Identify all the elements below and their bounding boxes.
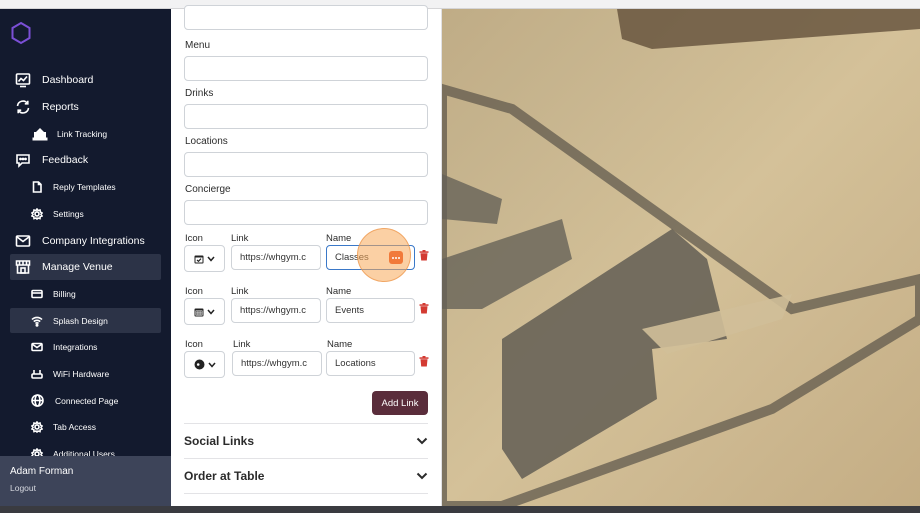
name-input-events[interactable]: Events	[326, 298, 415, 323]
gear-icon	[31, 420, 43, 433]
sidebar-item-label: Link Tracking	[57, 128, 108, 139]
sidebar-item-label: Reply Templates	[53, 181, 116, 192]
envelope-icon	[31, 341, 43, 353]
autofill-icon[interactable]	[389, 251, 403, 264]
name-label: Name	[326, 233, 352, 244]
sidebar-item-billing[interactable]: Billing	[10, 281, 161, 306]
wifi-icon	[31, 315, 43, 327]
chevron-down-icon	[416, 437, 428, 445]
link-label: Link	[231, 233, 249, 244]
chevron-down-icon	[207, 362, 216, 368]
sidebar-item-integrations[interactable]: Integrations	[10, 334, 161, 359]
sidebar-item-label: Manage Venue	[42, 261, 113, 273]
sidebar-item-label: Reports	[42, 101, 79, 113]
gear-icon	[31, 207, 43, 220]
sidebar-item-label: Billing	[53, 288, 76, 299]
store-icon	[15, 259, 31, 275]
chevron-down-icon	[207, 256, 215, 262]
top-field-input[interactable]	[184, 5, 428, 30]
location-dot-icon	[194, 359, 204, 370]
browser-bottom-strip	[0, 506, 920, 513]
link-label: Link	[233, 339, 251, 350]
section-title: Social Links	[184, 434, 255, 448]
user-panel: Adam Forman Logout	[0, 456, 171, 506]
icon-label: Icon	[185, 233, 203, 244]
section-title: Order at Table	[184, 469, 265, 483]
splash-preview-image	[442, 9, 920, 506]
menu-label: Menu	[185, 40, 211, 51]
sidebar-item-reports[interactable]: Reports	[10, 94, 161, 120]
sidebar-item-label: WiFi Hardware	[53, 368, 110, 379]
sidebar-item-label: Splash Design	[53, 315, 108, 326]
sidebar-item-dashboard[interactable]: Dashboard	[10, 67, 161, 93]
icon-select-locations[interactable]	[184, 351, 225, 378]
sidebar-item-label: Integrations	[53, 341, 98, 352]
hexagon-logo-icon[interactable]	[10, 21, 32, 45]
name-input-locations[interactable]: Locations	[326, 351, 415, 376]
sidebar-item-wifi-hardware[interactable]: WiFi Hardware	[10, 361, 161, 386]
icon-select-events[interactable]	[184, 298, 225, 325]
sidebar-item-label: Dashboard	[42, 74, 94, 86]
link-input-events[interactable]: https://whgym.c	[231, 298, 321, 323]
sidebar-item-tab-access[interactable]: Tab Access	[10, 414, 161, 439]
sidebar-item-connected-page[interactable]: Connected Page	[10, 388, 161, 413]
sidebar-item-settings[interactable]: Settings	[10, 201, 161, 226]
sidebar-item-splash-design[interactable]: Splash Design	[10, 308, 161, 333]
drinks-label: Drinks	[185, 88, 214, 99]
trash-icon[interactable]	[419, 303, 429, 314]
link-tracking-icon	[32, 127, 48, 141]
sidebar-item-link-tracking[interactable]: Link Tracking	[10, 121, 161, 146]
browser-top-strip	[0, 0, 920, 9]
locations-label: Locations	[185, 136, 228, 147]
sidebar-item-label: Tab Access	[53, 421, 96, 432]
sidebar-item-reply-templates[interactable]: Reply Templates	[10, 174, 161, 199]
sidebar-item-label: Settings	[53, 208, 84, 219]
menu-input[interactable]	[184, 56, 428, 81]
icon-label: Icon	[185, 339, 203, 350]
drinks-input[interactable]	[184, 104, 428, 129]
mail-icon	[15, 233, 31, 249]
social-links-section[interactable]: Social Links	[184, 423, 428, 458]
logout-link[interactable]: Logout	[10, 483, 36, 493]
icon-select-classes[interactable]	[184, 245, 225, 272]
calendar-grid-icon	[194, 308, 204, 316]
calendar-check-icon	[194, 255, 204, 263]
concierge-input[interactable]	[184, 200, 428, 225]
section-divider	[184, 493, 428, 494]
icon-label: Icon	[185, 286, 203, 297]
add-link-button[interactable]: Add Link	[372, 391, 428, 415]
name-label: Name	[326, 286, 352, 297]
card-icon	[31, 288, 43, 300]
order-at-table-section[interactable]: Order at Table	[184, 458, 428, 493]
user-name: Adam Forman	[10, 466, 74, 477]
name-label: Name	[327, 339, 353, 350]
globe-icon	[31, 394, 44, 407]
router-icon	[31, 368, 43, 380]
concierge-label: Concierge	[185, 184, 231, 195]
trash-icon[interactable]	[419, 356, 429, 367]
link-input-classes[interactable]: https://whgym.c	[231, 245, 321, 270]
locations-input[interactable]	[184, 152, 428, 177]
chat-icon	[15, 152, 31, 168]
link-label: Link	[231, 286, 249, 297]
sidebar-item-company-integrations[interactable]: Company Integrations	[10, 228, 161, 254]
link-input-locations[interactable]: https://whgym.c	[232, 351, 322, 376]
sidebar-item-label: Company Integrations	[42, 235, 145, 247]
chart-icon	[15, 72, 31, 88]
chevron-down-icon	[207, 309, 215, 315]
document-icon	[31, 180, 43, 193]
chevron-down-icon	[416, 472, 428, 480]
sidebar-item-label: Feedback	[42, 154, 89, 166]
refresh-icon	[15, 99, 31, 115]
sidebar-item-manage-venue[interactable]: Manage Venue	[10, 254, 161, 280]
trash-icon[interactable]	[419, 250, 429, 261]
sidebar-item-feedback[interactable]: Feedback	[10, 147, 161, 173]
sidebar: Dashboard Reports Link Tracking Feedback…	[0, 9, 171, 506]
sidebar-item-label: Connected Page	[55, 395, 119, 406]
